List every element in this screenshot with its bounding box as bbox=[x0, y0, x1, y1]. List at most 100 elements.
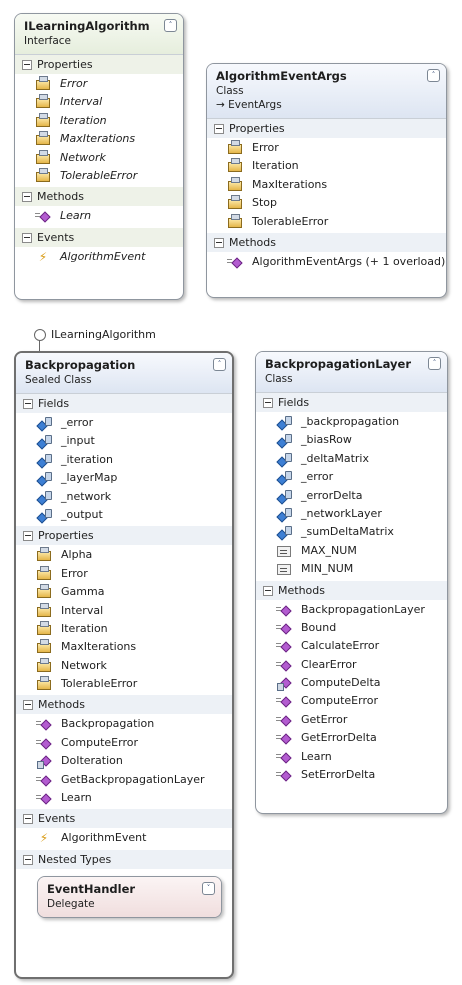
section-header-fields[interactable]: Fields bbox=[16, 394, 232, 413]
member-row[interactable]: ComputeError bbox=[256, 692, 447, 710]
member-row[interactable]: Error bbox=[207, 139, 446, 157]
section-header-properties[interactable]: Properties bbox=[15, 55, 183, 74]
backpropagation-shape[interactable]: Backpropagation Sealed Class ˄ Fields _er… bbox=[14, 351, 234, 979]
member-row[interactable]: Error bbox=[16, 565, 232, 583]
member-row[interactable]: TolerableError bbox=[207, 213, 446, 231]
section-label: Properties bbox=[38, 529, 94, 543]
member-row[interactable]: _output bbox=[16, 506, 232, 524]
member-row[interactable]: Network bbox=[15, 149, 183, 167]
backpropagationlayer-shape[interactable]: BackpropagationLayer Class ˄ Fields _back… bbox=[255, 351, 448, 814]
collapse-toggle-icon[interactable]: ˄ bbox=[164, 19, 177, 32]
member-row[interactable]: Iteration bbox=[16, 620, 232, 638]
member-row[interactable]: _layerMap bbox=[16, 469, 232, 487]
member-row[interactable]: Iteration bbox=[207, 157, 446, 175]
method-icon bbox=[227, 256, 242, 268]
member-row[interactable]: MAX_NUM bbox=[256, 542, 447, 560]
member-row[interactable]: DoIteration bbox=[16, 752, 232, 770]
collapse-minus-icon[interactable] bbox=[23, 531, 33, 542]
collapse-minus-icon[interactable] bbox=[22, 232, 32, 243]
collapse-minus-icon[interactable] bbox=[23, 854, 33, 865]
member-row[interactable]: Network bbox=[16, 657, 232, 675]
collapse-minus-icon[interactable] bbox=[23, 399, 33, 409]
member-row[interactable]: Alpha bbox=[16, 546, 232, 564]
collapse-minus-icon[interactable] bbox=[23, 700, 33, 711]
member-row[interactable]: ComputeDelta bbox=[256, 674, 447, 692]
collapse-minus-icon[interactable] bbox=[23, 814, 33, 825]
member-row[interactable]: GetErrorDelta bbox=[256, 729, 447, 747]
member-row[interactable]: Backpropagation bbox=[16, 715, 232, 733]
member-row[interactable]: GetBackpropagationLayer bbox=[16, 771, 232, 789]
member-row[interactable]: Learn bbox=[256, 748, 447, 766]
member-row[interactable]: _sumDeltaMatrix bbox=[256, 523, 447, 541]
collapse-minus-icon[interactable] bbox=[263, 398, 273, 408]
field-icon bbox=[37, 417, 52, 429]
member-row[interactable]: MaxIterations bbox=[207, 176, 446, 194]
collapse-minus-icon[interactable] bbox=[22, 60, 32, 70]
member-row[interactable]: Iteration bbox=[15, 112, 183, 130]
member-row[interactable]: MaxIterations bbox=[16, 638, 232, 656]
member-row[interactable]: Interval bbox=[16, 602, 232, 620]
member-name: GetBackpropagationLayer bbox=[61, 772, 205, 786]
collapse-toggle-icon[interactable]: ˄ bbox=[428, 357, 441, 370]
member-row[interactable]: GetError bbox=[256, 711, 447, 729]
member-row[interactable]: AlgorithmEventArgs (+ 1 overload) bbox=[207, 253, 446, 271]
method-icon bbox=[276, 751, 291, 763]
collapse-minus-icon[interactable] bbox=[22, 192, 32, 203]
collapse-minus-icon[interactable] bbox=[214, 237, 224, 248]
member-row[interactable]: ComputeError bbox=[16, 734, 232, 752]
section-header-events[interactable]: Events bbox=[15, 227, 183, 247]
expand-toggle-icon[interactable]: ˅ bbox=[202, 881, 215, 895]
member-row[interactable]: SetErrorDelta bbox=[256, 766, 447, 784]
member-row[interactable]: Stop bbox=[207, 194, 446, 212]
section-header-methods[interactable]: Methods bbox=[256, 580, 447, 600]
section-header-properties[interactable]: Properties bbox=[16, 526, 232, 546]
member-row[interactable]: CalculateError bbox=[256, 637, 447, 655]
member-row[interactable]: BackpropagationLayer bbox=[256, 601, 447, 619]
member-row[interactable]: ClearError bbox=[256, 656, 447, 674]
ilearningalgorithm-shape[interactable]: ILearningAlgorithm Interface ˄ Propertie… bbox=[14, 13, 184, 300]
property-icon bbox=[228, 176, 242, 191]
member-row[interactable]: _network bbox=[16, 488, 232, 506]
shape-header: ILearningAlgorithm Interface ˄ bbox=[15, 14, 183, 55]
section-header-nested-types[interactable]: Nested Types bbox=[16, 849, 232, 869]
member-row[interactable]: _error bbox=[256, 468, 447, 486]
collapse-minus-icon[interactable] bbox=[263, 585, 273, 596]
member-row[interactable]: _backpropagation bbox=[256, 413, 447, 431]
member-name: Stop bbox=[252, 196, 278, 210]
algorithmeventargs-shape[interactable]: AlgorithmEventArgs Class → EventArgs ˄ P… bbox=[206, 63, 447, 298]
member-row[interactable]: _deltaMatrix bbox=[256, 450, 447, 468]
section-header-fields[interactable]: Fields bbox=[256, 393, 447, 412]
member-row[interactable]: ⚡ AlgorithmEvent bbox=[16, 829, 232, 847]
member-row[interactable]: TolerableError bbox=[16, 675, 232, 693]
collapse-minus-icon[interactable] bbox=[214, 124, 224, 134]
section-header-properties[interactable]: Properties bbox=[207, 119, 446, 138]
field-icon bbox=[277, 452, 292, 465]
section-header-methods[interactable]: Methods bbox=[207, 232, 446, 252]
member-row[interactable]: Gamma bbox=[16, 583, 232, 601]
member-row[interactable]: Learn bbox=[15, 207, 183, 225]
member-row[interactable]: _biasRow bbox=[256, 431, 447, 449]
member-row[interactable]: Error bbox=[15, 75, 183, 93]
field-icon bbox=[37, 490, 52, 503]
shape-compartments: Fields _backpropagation _biasRow _deltaMatr… bbox=[256, 393, 447, 786]
collapse-toggle-icon[interactable]: ˄ bbox=[213, 358, 226, 371]
member-row[interactable]: Learn bbox=[16, 789, 232, 807]
member-row[interactable]: _error bbox=[16, 414, 232, 432]
eventhandler-delegate-shape[interactable]: EventHandler Delegate ˅ bbox=[37, 875, 222, 918]
member-row[interactable]: _iteration bbox=[16, 451, 232, 469]
section-header-methods[interactable]: Methods bbox=[16, 695, 232, 715]
member-row[interactable]: MaxIterations bbox=[15, 130, 183, 148]
member-row[interactable]: _networkLayer bbox=[256, 505, 447, 523]
member-row[interactable]: ⚡ AlgorithmEvent bbox=[15, 248, 183, 266]
member-name: ComputeError bbox=[301, 694, 378, 708]
member-row[interactable]: _input bbox=[16, 432, 232, 450]
member-row[interactable]: Bound bbox=[256, 619, 447, 637]
member-row[interactable]: Interval bbox=[15, 93, 183, 111]
member-row[interactable]: TolerableError bbox=[15, 167, 183, 185]
member-row[interactable]: MIN_NUM bbox=[256, 560, 447, 578]
section-header-events[interactable]: Events bbox=[16, 809, 232, 829]
member-name: Backpropagation bbox=[61, 717, 155, 731]
section-header-methods[interactable]: Methods bbox=[15, 187, 183, 207]
member-row[interactable]: _errorDelta bbox=[256, 487, 447, 505]
collapse-toggle-icon[interactable]: ˄ bbox=[427, 69, 440, 82]
